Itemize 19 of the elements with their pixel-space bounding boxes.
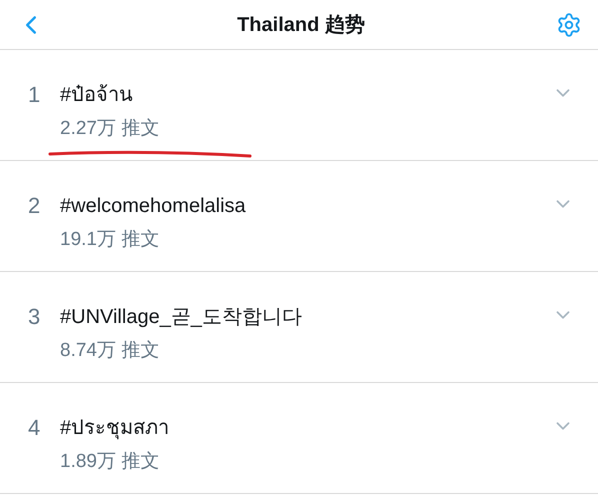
trend-rank: 1 [28, 81, 42, 109]
tweet-count: 1.89万 推文 [60, 450, 160, 474]
trend-hashtag: #ป๋อจ้าน [60, 83, 134, 108]
tweet-count: 19.1万 推文 [60, 228, 160, 252]
trend-hashtag: #welcomehomelalisa [60, 194, 247, 219]
gear-icon [556, 12, 582, 38]
settings-button[interactable] [556, 12, 582, 38]
trend-row[interactable]: 1 #ป๋อจ้าน 2.27万 推文 [0, 50, 598, 161]
trend-rank: 3 [28, 303, 42, 331]
trend-rank: 2 [28, 192, 42, 220]
tweet-count: 8.74万 推文 [60, 339, 160, 363]
trend-row[interactable]: 2 #welcomehomelalisa 19.1万 推文 [0, 161, 598, 272]
trend-row[interactable]: 3 #UNVillage_곧_도착합니다 8.74万 推文 [0, 272, 598, 383]
trend-rank: 4 [28, 414, 42, 442]
tweet-count: 2.27万 推文 [60, 117, 160, 141]
trend-row[interactable]: 4 #ประชุมสภา 1.89万 推文 [0, 383, 598, 494]
trend-hashtag: #UNVillage_곧_도착합니다 [60, 305, 303, 330]
page-title: Thailand 趋势 [237, 12, 365, 38]
trend-hashtag: #ประชุมสภา [60, 416, 170, 442]
